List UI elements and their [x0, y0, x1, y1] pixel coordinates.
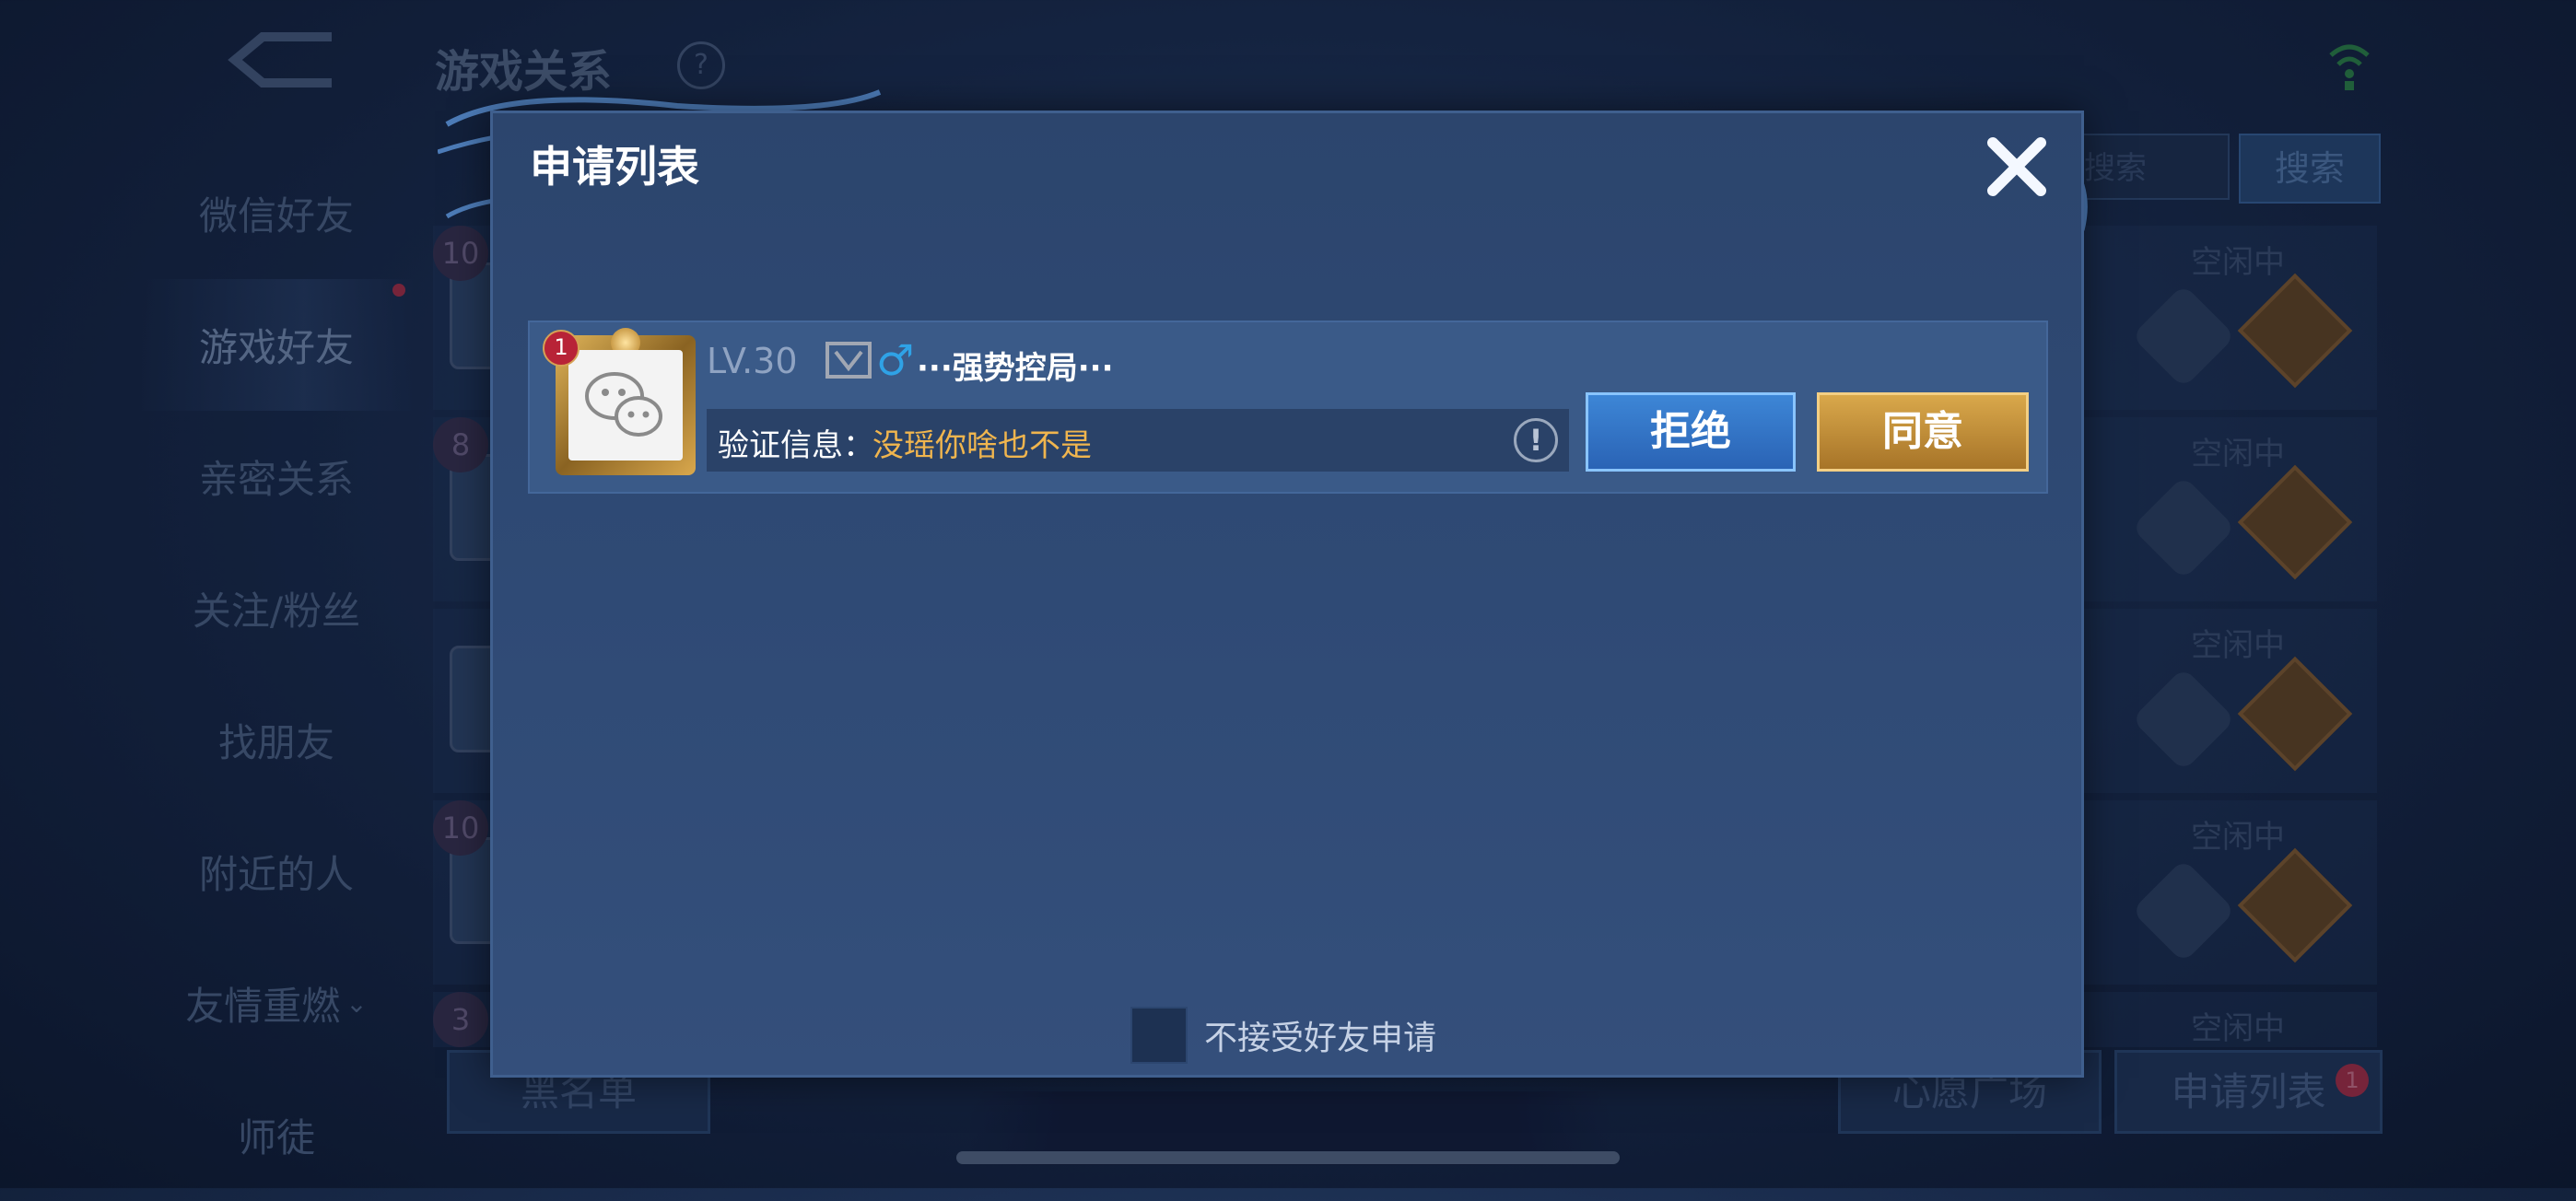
report-icon[interactable]: !	[1514, 418, 1558, 462]
request-row: 1 LV.30 ♂ ···强势控局··· 验证信息： 没瑶你啥也不是 ! 拒绝 …	[528, 321, 2048, 494]
reject-all-checkbox[interactable]	[1130, 1007, 1188, 1064]
male-gender-icon: ♂	[876, 335, 915, 385]
player-level: LV.30	[707, 341, 798, 381]
accept-button[interactable]: 同意	[1817, 392, 2029, 472]
player-nickname: ···强势控局···	[917, 350, 1114, 387]
request-badge: 1	[543, 330, 580, 367]
avatar-image	[568, 350, 683, 461]
request-list-dialog: 申请列表 1 LV.30 ♂ ···强势控局··· 验证信息： 没瑶你啥也不是 …	[490, 111, 2084, 1078]
verify-message: 没瑶你啥也不是	[872, 427, 1092, 464]
close-icon[interactable]	[1980, 130, 2054, 204]
wechat-icon	[585, 372, 662, 437]
reject-button[interactable]: 拒绝	[1586, 392, 1796, 472]
rank-icon	[825, 342, 872, 379]
verify-label: 验证信息：	[718, 427, 874, 464]
verify-info: 验证信息： 没瑶你啥也不是 !	[707, 409, 1569, 472]
dialog-title: 申请列表	[530, 142, 699, 192]
reject-all-label: 不接受好友申请	[1204, 1020, 1437, 1057]
reject-all-toggle[interactable]: 不接受好友申请	[1130, 1007, 1436, 1064]
